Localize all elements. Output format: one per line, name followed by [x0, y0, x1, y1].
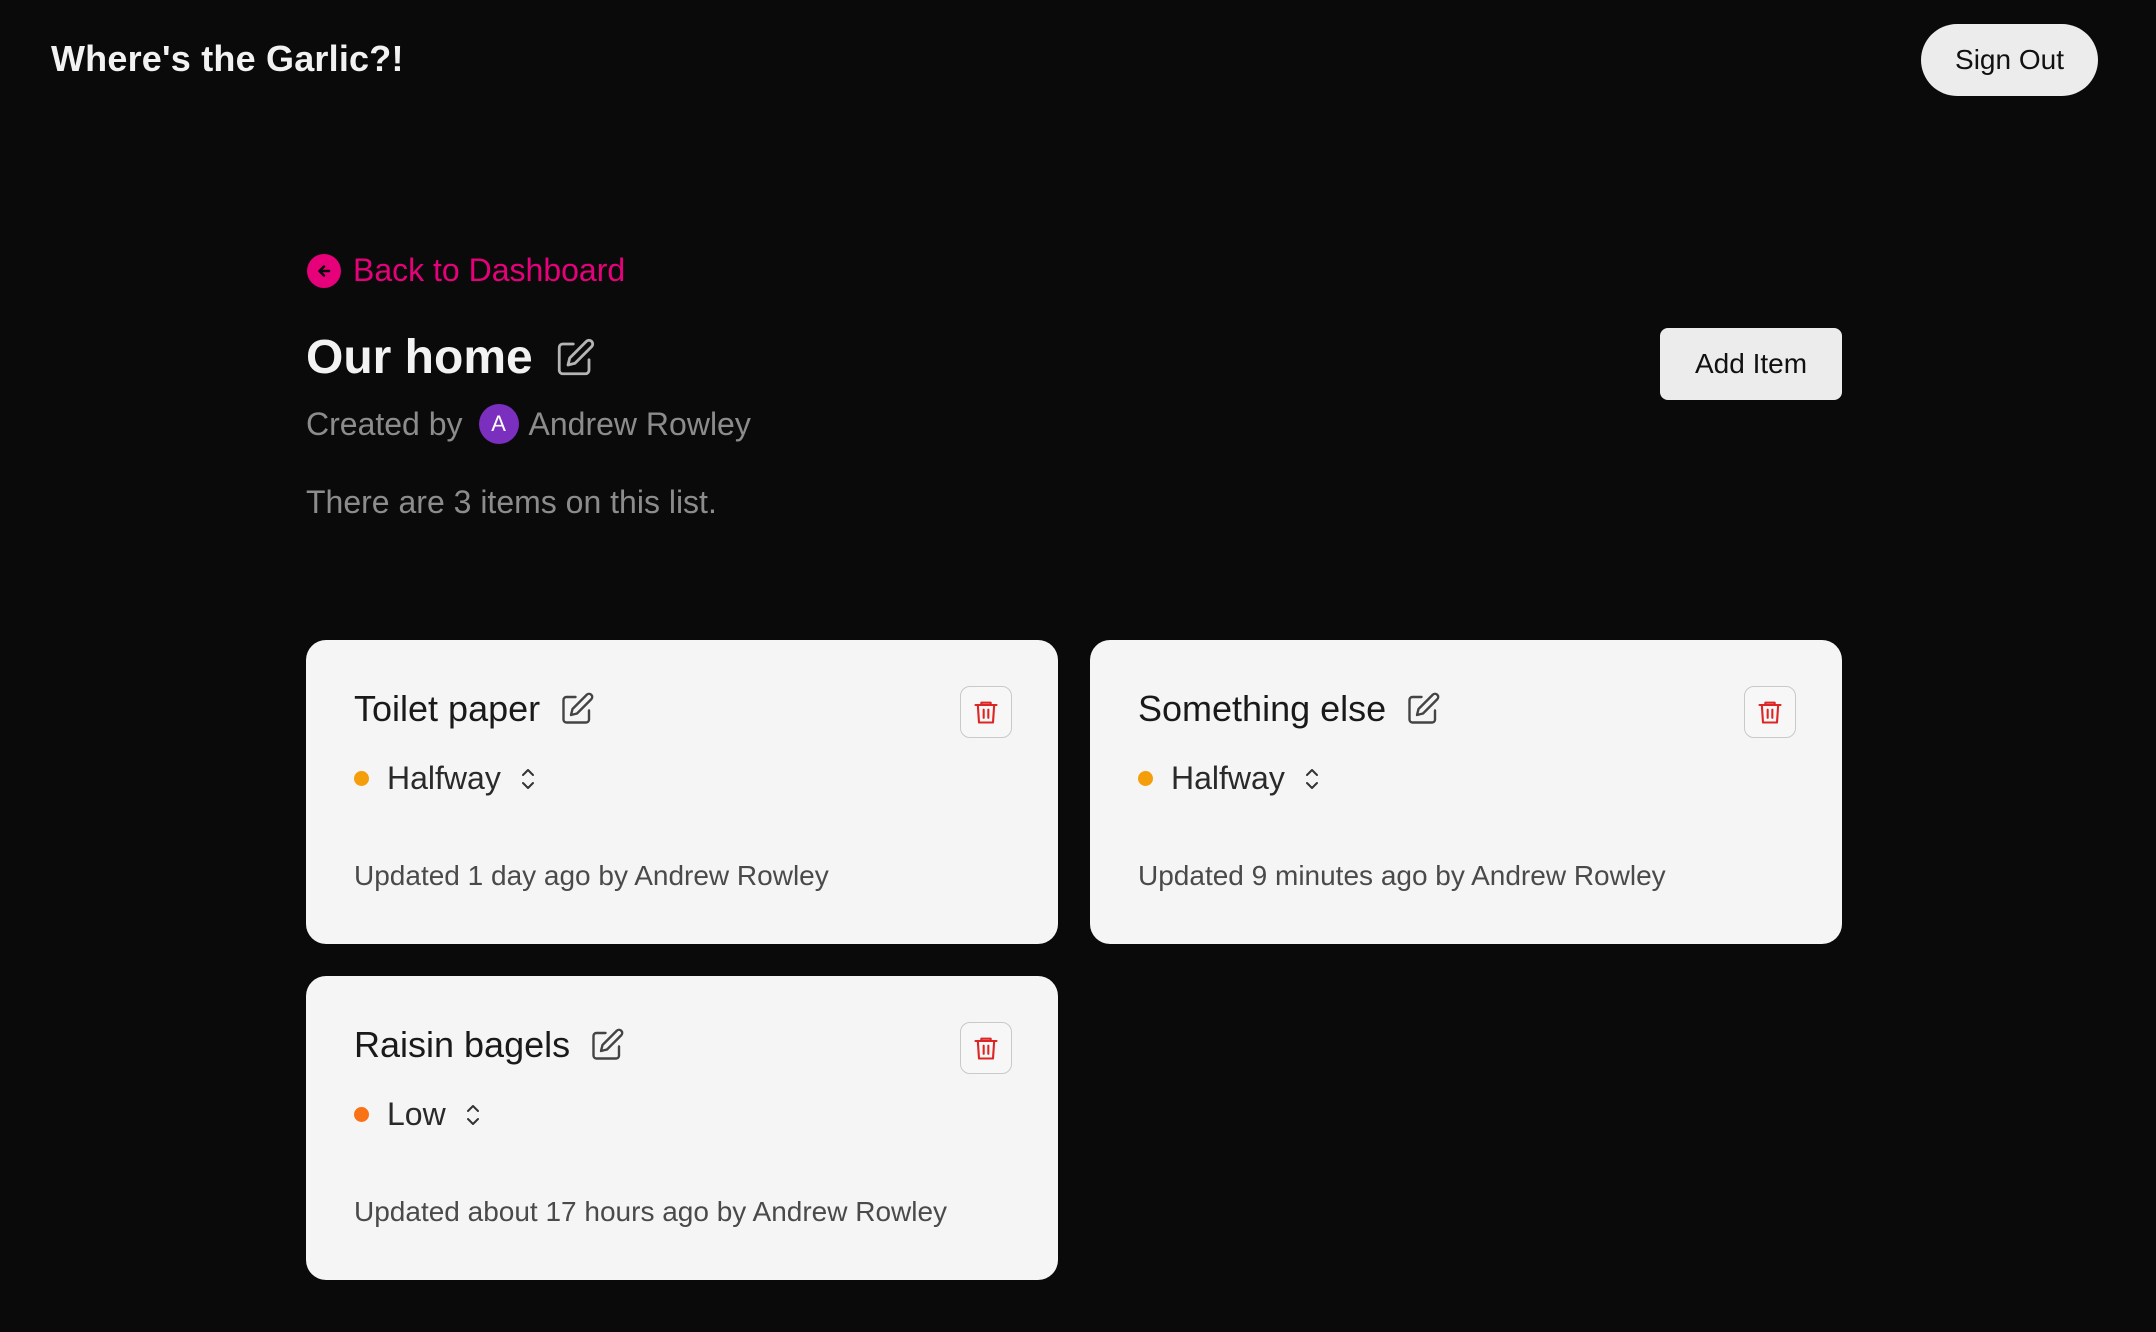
chevron-up-down-icon [464, 1102, 482, 1128]
item-card: Raisin bagels Low Updated about 17 hours… [306, 976, 1058, 1280]
status-dot [354, 771, 369, 786]
status-dot [1138, 771, 1153, 786]
back-to-dashboard-label: Back to Dashboard [353, 252, 626, 288]
avatar: A [478, 404, 519, 444]
add-item-button[interactable]: Add Item [1660, 328, 1842, 400]
item-name: Toilet paper [354, 688, 541, 729]
created-by-prefix: Created by [306, 405, 463, 442]
trash-icon [1758, 701, 1782, 724]
delete-item-button[interactable] [1744, 686, 1796, 738]
status-label: Halfway [387, 760, 501, 796]
item-name: Raisin bagels [354, 1024, 571, 1065]
item-name-row: Raisin bagels [354, 1024, 626, 1066]
item-name-row: Something else [1138, 688, 1442, 730]
item-name: Something else [1138, 688, 1387, 729]
arrow-left-circle-icon [307, 253, 341, 288]
item-count-text: There are 3 items on this list. [306, 484, 717, 520]
page-title: Our home [306, 331, 533, 384]
created-by-line: Created by A Andrew Rowley [306, 404, 751, 444]
edit-item-icon[interactable] [558, 690, 596, 728]
trash-icon [974, 701, 998, 724]
item-updated-text: Updated about 17 hours ago by Andrew Row… [354, 1196, 948, 1227]
status-dot [354, 1107, 369, 1122]
item-updated-text: Updated 9 minutes ago by Andrew Rowley [1138, 860, 1666, 891]
status-selector[interactable]: Halfway [1138, 760, 1321, 797]
list-title-row: Our home [306, 330, 597, 385]
chevron-up-down-icon [1303, 766, 1321, 792]
creator-name: Andrew Rowley [528, 405, 751, 442]
edit-item-icon[interactable] [588, 1026, 626, 1064]
chevron-up-down-icon [519, 766, 537, 792]
top-bar: Where's the Garlic?! Sign Out [0, 0, 2156, 120]
item-updated-text: Updated 1 day ago by Andrew Rowley [354, 860, 829, 891]
status-label: Halfway [1171, 760, 1285, 796]
delete-item-button[interactable] [960, 686, 1012, 738]
back-to-dashboard-link[interactable]: Back to Dashboard [307, 252, 625, 289]
app-title: Where's the Garlic?! [51, 38, 404, 79]
trash-icon [974, 1037, 998, 1060]
edit-item-icon[interactable] [1404, 690, 1442, 728]
status-selector[interactable]: Halfway [354, 760, 537, 797]
item-card: Toilet paper Halfway Updated 1 day ago b… [306, 640, 1058, 944]
status-selector[interactable]: Low [354, 1096, 482, 1133]
sign-out-button[interactable]: Sign Out [1921, 24, 2098, 96]
item-card: Something else Halfway Updated 9 minutes… [1090, 640, 1842, 944]
item-name-row: Toilet paper [354, 688, 596, 730]
delete-item-button[interactable] [960, 1022, 1012, 1074]
edit-list-title-icon[interactable] [553, 336, 597, 380]
status-label: Low [387, 1096, 446, 1132]
